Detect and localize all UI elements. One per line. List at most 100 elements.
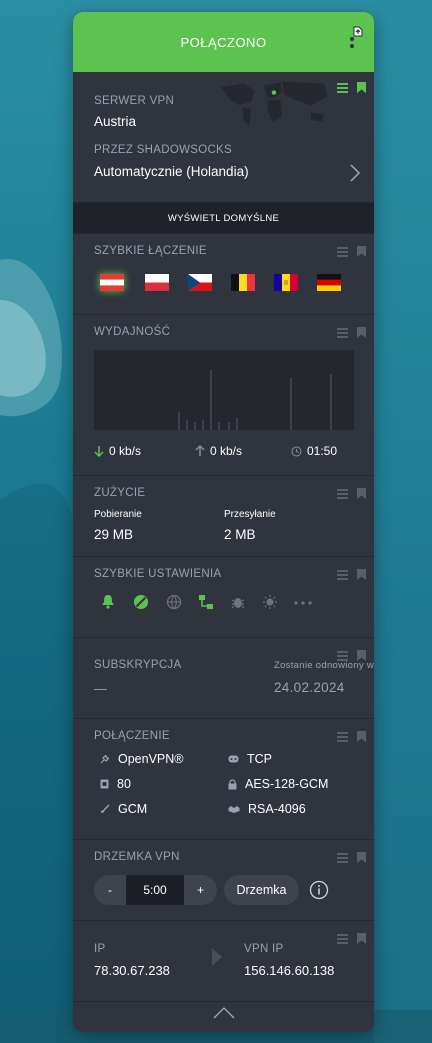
server-section[interactable]: SERWER VPN Austria PRZEZ SHADOWSOCKS Aut… (73, 72, 374, 203)
show-defaults-button[interactable]: WYŚWIETL DOMYŚLNE (73, 203, 374, 234)
austria-flag-icon[interactable] (100, 274, 124, 291)
traffic-graph (94, 350, 354, 430)
bookmark-icon[interactable] (357, 931, 366, 949)
clock-icon (291, 446, 302, 456)
menu-icon[interactable] (348, 26, 364, 54)
reorder-icon[interactable] (337, 931, 348, 949)
port-item: 80 (100, 777, 131, 791)
ip-label: IP (94, 943, 106, 955)
snooze-stepper: - 5:00 + (94, 875, 217, 905)
bookmark-icon[interactable] (357, 850, 366, 868)
cipher-value: AES-128-GCM (245, 777, 329, 791)
collapse-button[interactable] (73, 994, 374, 1032)
reorder-icon[interactable] (337, 850, 348, 868)
germany-flag-icon[interactable] (317, 274, 341, 291)
block-ads-icon[interactable] (133, 594, 149, 610)
download-total-label: Pobieranie (94, 509, 142, 520)
poland-flag-icon[interactable] (145, 274, 169, 291)
server-country: Austria (94, 114, 137, 129)
bookmark-icon[interactable] (357, 80, 366, 98)
upload-speed: 0 kb/s (195, 444, 242, 458)
bookmark-icon[interactable] (357, 729, 366, 747)
port-value: 80 (117, 777, 131, 791)
usage-section: ZUŻYCIE Pobieranie 29 MB Przesyłanie 2 M… (73, 476, 374, 557)
server-label: SERWER VPN (94, 95, 175, 107)
cipher-item: AES-128-GCM (228, 777, 328, 791)
reorder-icon[interactable] (337, 486, 348, 504)
bookmark-icon[interactable] (357, 325, 366, 343)
auth-item: GCM (100, 802, 147, 816)
brush-icon (101, 804, 110, 813)
arrow-up-icon (195, 445, 205, 456)
snooze-section: DRZEMKA VPN - 5:00 + Drzemka (73, 840, 374, 921)
quick-connect-section: SZYBKIE ŁĄCZENIE (73, 234, 374, 315)
upload-total-value: 2 MB (224, 527, 256, 542)
vpn-panel: POŁĄCZONO SERWER VPN Austria PRZEZ SHADO… (73, 12, 374, 1032)
chevron-right-icon[interactable] (350, 164, 360, 182)
bookmark-icon[interactable] (357, 567, 366, 585)
world-map (221, 81, 328, 126)
plug-icon (100, 755, 109, 764)
decrease-button[interactable]: - (94, 883, 126, 897)
protocol-item: OpenVPN® (100, 752, 184, 766)
chevron-up-icon (213, 1007, 234, 1019)
gamepad-icon (228, 755, 239, 763)
snooze-label: DRZEMKA VPN (94, 851, 180, 863)
auth-value: GCM (118, 802, 148, 816)
handshake-item: RSA-4096 (228, 802, 306, 816)
renewal-date: 24.02.2024 (274, 680, 345, 695)
bookmark-icon[interactable] (357, 244, 366, 262)
renewal-label: Zostanie odnowiony w (274, 660, 374, 671)
transport-item: TCP (228, 752, 272, 766)
snooze-button[interactable]: Drzemka (224, 875, 299, 905)
bookmark-icon[interactable] (357, 486, 366, 504)
info-icon[interactable] (309, 880, 329, 900)
download-speed: 0 kb/s (94, 444, 141, 458)
vpn-ip-label: VPN IP (244, 943, 284, 955)
andorra-flag-icon[interactable] (274, 274, 298, 291)
globe-icon[interactable] (166, 594, 182, 610)
ip-value: 78.30.67.238 (94, 963, 170, 978)
belgium-flag-icon[interactable] (231, 274, 255, 291)
transport-value: TCP (247, 752, 272, 766)
connection-section: POŁĄCZENIE OpenVPN® TCP 80 AES-128-GCM G… (73, 719, 374, 840)
subscription-value: — (94, 681, 108, 696)
handshake-value: RSA-4096 (248, 802, 306, 816)
connection-time: 01:50 (291, 444, 337, 458)
connection-label: POŁĄCZENIE (94, 730, 170, 742)
reorder-icon[interactable] (337, 729, 348, 747)
bell-icon[interactable] (101, 594, 115, 609)
more-icon[interactable] (294, 601, 312, 605)
protocol-value: OpenVPN® (118, 752, 184, 766)
reorder-icon[interactable] (337, 325, 348, 343)
increase-button[interactable]: + (184, 883, 217, 897)
quick-settings-section: SZYBKIE USTAWIENIA (73, 557, 374, 638)
czech-flag-icon[interactable] (188, 274, 212, 291)
upload-total-label: Przesyłanie (224, 509, 276, 520)
performance-section: WYDAJNOŚĆ 0 kb/s 0 kb/s 01:50 (73, 315, 374, 476)
reorder-icon[interactable] (337, 567, 348, 585)
snooze-duration-input[interactable]: 5:00 (126, 875, 184, 905)
arrow-down-icon (94, 446, 104, 457)
bug-icon[interactable] (230, 594, 246, 610)
lock-icon (228, 779, 237, 789)
via-value: Automatycznie (Holandia) (94, 164, 249, 179)
subscription-section: SUBSKRYPCJA — Zostanie odnowiony w 24.02… (73, 638, 374, 719)
status-header: POŁĄCZONO (73, 12, 374, 72)
reorder-icon[interactable] (337, 244, 348, 262)
connection-status: POŁĄCZONO (180, 34, 267, 50)
network-icon[interactable] (198, 594, 214, 610)
performance-label: WYDAJNOŚĆ (94, 326, 171, 338)
subscription-label: SUBSKRYPCJA (94, 659, 182, 671)
bulb-icon[interactable] (262, 594, 278, 610)
reorder-icon[interactable] (337, 80, 348, 98)
vpn-ip-value: 156.146.60.138 (244, 963, 335, 978)
usage-label: ZUŻYCIE (94, 487, 146, 499)
handshake-icon (228, 806, 240, 813)
quick-connect-label: SZYBKIE ŁĄCZENIE (94, 245, 207, 257)
quick-settings-label: SZYBKIE USTAWIENIA (94, 568, 222, 580)
via-label: PRZEZ SHADOWSOCKS (94, 144, 233, 156)
download-speed-value: 0 kb/s (109, 444, 142, 458)
arrow-right-icon (212, 948, 222, 966)
upload-speed-value: 0 kb/s (210, 444, 243, 458)
